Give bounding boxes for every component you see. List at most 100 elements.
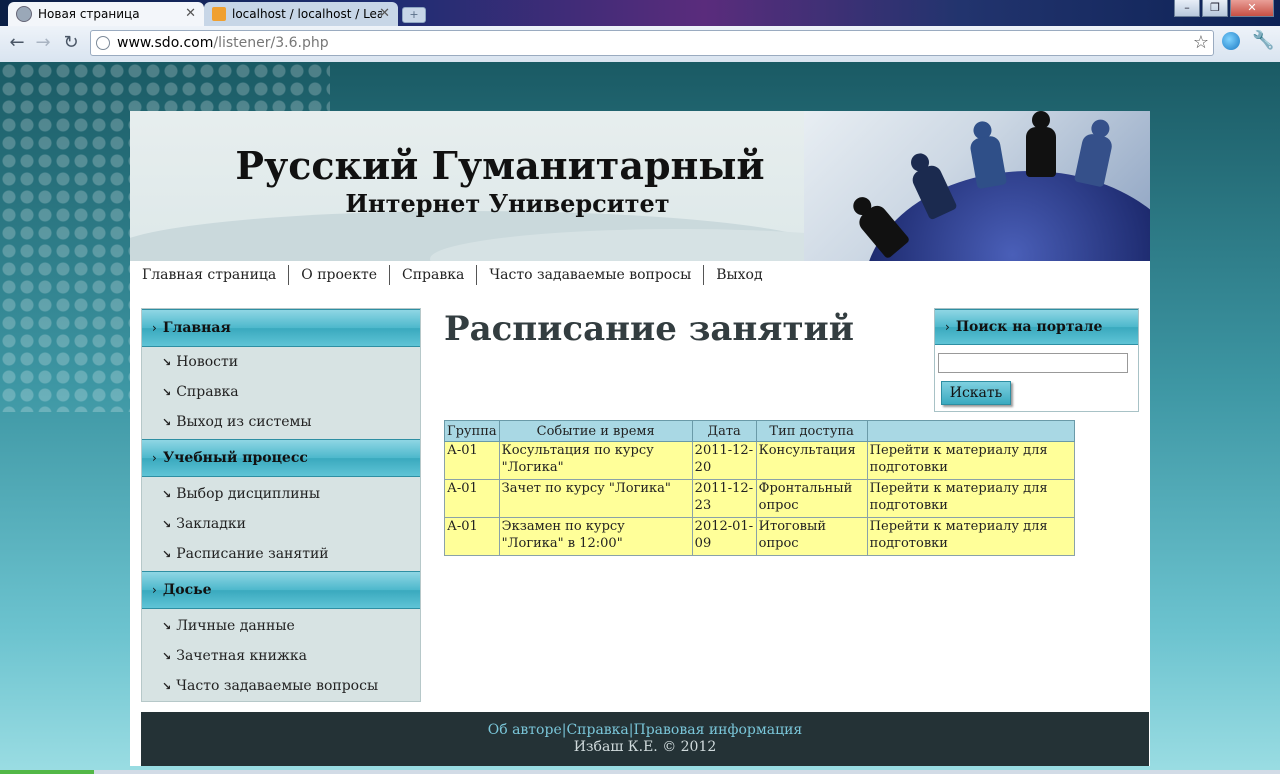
url-text: www.sdo.com/listener/3.6.php <box>117 35 329 51</box>
nav-faq[interactable]: Часто задаваемые вопросы <box>477 265 705 285</box>
phpmyadmin-icon <box>212 7 226 21</box>
sidebar-item-label: Новости <box>176 354 239 370</box>
cell-event: Косультация по курсу "Логика" <box>498 441 693 480</box>
forward-arrow-icon[interactable]: → <box>32 32 54 54</box>
new-tab-button[interactable]: + <box>402 7 426 23</box>
site-banner: Русский Гуманитарный Интернет Университе… <box>130 111 1150 261</box>
sidebar-item-bookmarks[interactable]: ↘ Закладки <box>142 509 420 539</box>
sidebar-section-study[interactable]: › Учебный процесс <box>142 439 420 477</box>
arrow-down-right-icon: ↘ <box>162 415 172 429</box>
cell-access-type: Консультация <box>755 441 868 480</box>
cell-event: Зачет по курсу "Логика" <box>498 479 693 518</box>
sidebar-item-news[interactable]: ↘ Новости <box>142 347 420 377</box>
start-button[interactable] <box>0 770 94 774</box>
sidebar-item-gradebook[interactable]: ↘ Зачетная книжка <box>142 641 420 671</box>
cell-event: Экзамен по курсу "Логика" в 12:00" <box>498 517 693 556</box>
table-row: А-01 Косультация по курсу "Логика" 2011-… <box>444 441 1075 480</box>
footer-link-help[interactable]: Справка <box>566 722 628 738</box>
browser-toolbar: ← → ↻ www.sdo.com/listener/3.6.php ☆ 🔧 <box>0 26 1280 63</box>
address-bar[interactable]: www.sdo.com/listener/3.6.php ☆ <box>90 30 1214 56</box>
sidebar-section-title: Главная <box>162 320 231 336</box>
footer-link-author[interactable]: Об авторе <box>488 722 562 738</box>
wrench-icon[interactable]: 🔧 <box>1252 30 1274 51</box>
sidebar-item-label: Выход из системы <box>176 414 312 430</box>
sidebar-section-dossier[interactable]: › Досье <box>142 571 420 609</box>
sidebar-item-personal-data[interactable]: ↘ Личные данные <box>142 611 420 641</box>
column-header: Группа <box>444 420 500 442</box>
arrow-down-right-icon: ↘ <box>162 385 172 399</box>
sidebar-item-schedule[interactable]: ↘ Расписание занятий <box>142 539 420 569</box>
sidebar-section-title: Учебный процесс <box>162 450 308 466</box>
column-header <box>866 420 1075 442</box>
tab-close-icon[interactable]: ✕ <box>185 6 196 21</box>
window-controls: – ❐ ✕ <box>1172 0 1274 17</box>
sidebar-item-logout[interactable]: ↘ Выход из системы <box>142 407 420 437</box>
search-input[interactable] <box>938 353 1128 373</box>
cell-group: А-01 <box>444 517 500 556</box>
sidebar-item-label: Закладки <box>176 516 246 532</box>
table-row: А-01 Экзамен по курсу "Логика" в 12:00" … <box>444 517 1075 556</box>
site-footer: Об авторе|Справка|Правовая информация Из… <box>141 712 1149 766</box>
browser-chrome: Новая страница ✕ localhost / localhost /… <box>0 0 1280 63</box>
sidebar-item-label: Часто задаваемые вопросы <box>176 678 379 694</box>
table-row: А-01 Зачет по курсу "Логика" 2011-12-23 … <box>444 479 1075 518</box>
tab-new-page[interactable]: Новая страница ✕ <box>8 2 204 26</box>
portal-search-box: › Поиск на портале Искать <box>934 308 1139 412</box>
arrow-down-right-icon: ↘ <box>162 649 172 663</box>
url-host: www.sdo.com <box>117 35 214 51</box>
cell-material: Перейти к материалу для подготовки <box>866 441 1075 480</box>
restore-icon[interactable]: ❐ <box>1202 0 1228 17</box>
arrow-down-right-icon: ↘ <box>162 679 172 693</box>
page-title: Расписание занятий <box>444 309 854 349</box>
person-figure <box>1073 117 1117 192</box>
globe-icon <box>96 36 110 50</box>
extension-icon[interactable] <box>1222 32 1240 50</box>
arrow-down-right-icon: ↘ <box>162 547 172 561</box>
chevron-right-icon: › <box>152 583 157 597</box>
material-link[interactable]: Перейти к материалу для подготовки <box>870 481 1048 513</box>
cell-material: Перейти к материалу для подготовки <box>866 517 1075 556</box>
nav-help[interactable]: Справка <box>390 265 478 285</box>
cell-date: 2011-12-23 <box>691 479 757 518</box>
search-title: Поиск на портале <box>955 319 1103 335</box>
bookmark-star-icon[interactable]: ☆ <box>1193 32 1209 53</box>
sidebar-item-faq[interactable]: ↘ Часто задаваемые вопросы <box>142 671 420 701</box>
back-arrow-icon[interactable]: ← <box>6 32 28 54</box>
tab-strip: Новая страница ✕ localhost / localhost /… <box>0 0 1280 26</box>
close-icon[interactable]: ✕ <box>1230 0 1274 17</box>
column-header: Тип доступа <box>755 420 868 442</box>
arrow-down-right-icon: ↘ <box>162 355 172 369</box>
banner-globe-image <box>804 111 1150 261</box>
sidebar-item-label: Зачетная книжка <box>176 648 307 664</box>
nav-logout[interactable]: Выход <box>704 265 774 285</box>
tab-close-icon[interactable]: ✕ <box>379 6 390 21</box>
sidebar-item-label: Справка <box>176 384 239 400</box>
site-container: Русский Гуманитарный Интернет Университе… <box>130 111 1150 766</box>
column-header: Событие и время <box>498 420 693 442</box>
table-header-row: Группа Событие и время Дата Тип доступа <box>444 420 1075 442</box>
minimize-icon[interactable]: – <box>1174 0 1200 17</box>
reload-icon[interactable]: ↻ <box>60 32 82 54</box>
footer-links: Об авторе|Справка|Правовая информация <box>141 722 1149 738</box>
material-link[interactable]: Перейти к материалу для подготовки <box>870 519 1048 551</box>
sidebar-section-title: Досье <box>162 582 212 598</box>
sidebar-item-help[interactable]: ↘ Справка <box>142 377 420 407</box>
site-subtitle: Интернет Университет <box>345 189 670 218</box>
sidebar-section-main[interactable]: › Главная <box>142 309 420 347</box>
schedule-table: Группа Событие и время Дата Тип доступа … <box>444 420 1075 556</box>
cell-date: 2012-01-09 <box>691 517 757 556</box>
tab-title: localhost / localhost / LearnSy <box>232 7 382 21</box>
tab-title: Новая страница <box>38 7 140 21</box>
sidebar-item-label: Личные данные <box>176 618 295 634</box>
person-figure <box>1026 111 1056 181</box>
sidebar-item-discipline[interactable]: ↘ Выбор дисциплины <box>142 479 420 509</box>
taskbar-strip <box>0 770 1280 774</box>
nav-home[interactable]: Главная страница <box>130 265 290 285</box>
search-button[interactable]: Искать <box>941 381 1011 405</box>
nav-about[interactable]: О проекте <box>289 265 390 285</box>
sidebar-item-label: Выбор дисциплины <box>176 486 321 502</box>
material-link[interactable]: Перейти к материалу для подготовки <box>870 443 1048 475</box>
footer-link-legal[interactable]: Правовая информация <box>634 722 803 738</box>
site-title: Русский Гуманитарный <box>235 143 765 188</box>
tab-localhost[interactable]: localhost / localhost / LearnSy ✕ <box>204 2 398 26</box>
